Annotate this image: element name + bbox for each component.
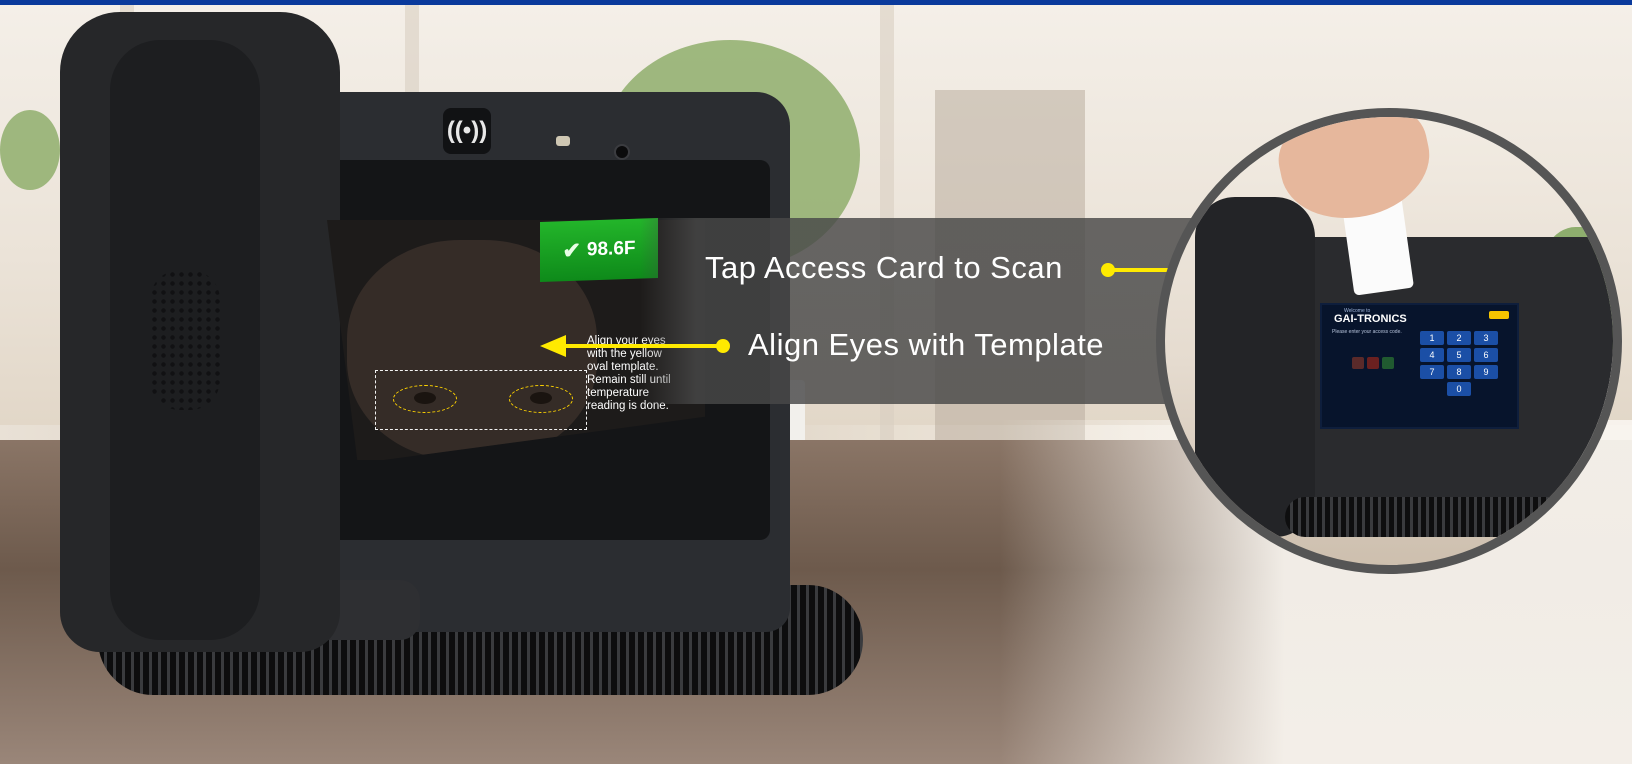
camera-icon <box>614 144 630 160</box>
callout-band <box>640 218 1200 404</box>
keypad-key[interactable]: 3 <box>1474 331 1498 345</box>
arrow-head <box>540 335 566 357</box>
brand-logo: GAI-TRONICS <box>1334 313 1407 325</box>
inset-coiled-cord <box>1285 497 1613 537</box>
keypad-key[interactable]: 2 <box>1447 331 1471 345</box>
keypad-blank <box>1474 382 1498 396</box>
left-eye-oval <box>393 385 457 413</box>
home-icon <box>1352 357 1364 369</box>
keypad-key[interactable]: 9 <box>1474 365 1498 379</box>
keypad-key[interactable]: 8 <box>1447 365 1471 379</box>
eye-pupil <box>414 392 436 404</box>
numeric-keypad: 1 2 3 4 5 6 7 8 9 0 <box>1420 331 1510 396</box>
hero-image: ((•)) Align your eyes with the yellow ov… <box>0 0 1632 764</box>
status-led <box>556 136 570 146</box>
align-eyes-callout: Align Eyes with Template <box>748 327 1105 362</box>
eye-pupil <box>530 392 552 404</box>
plant <box>0 110 60 190</box>
card-scan-inset: Welcome to GAI-TRONICS Please enter your… <box>1156 108 1622 574</box>
keypad-key[interactable]: 6 <box>1474 348 1498 362</box>
cancel-icon <box>1367 357 1379 369</box>
inset-keypad-screen: Welcome to GAI-TRONICS Please enter your… <box>1320 303 1519 429</box>
checkmark-icon: ✔ <box>562 237 581 264</box>
nfc-wireless-icon: ((•)) <box>443 108 491 154</box>
confirm-icon <box>1382 357 1394 369</box>
keypad-key[interactable]: 4 <box>1420 348 1444 362</box>
keypad-key[interactable]: 0 <box>1447 382 1471 396</box>
inset-action-icons <box>1352 357 1394 369</box>
speaker-grille <box>150 270 220 410</box>
inset-phone-handset <box>1195 197 1315 537</box>
keypad-key[interactable]: 1 <box>1420 331 1444 345</box>
tap-card-callout: Tap Access Card to Scan <box>705 250 1063 285</box>
arrow-line <box>566 344 722 348</box>
right-eye-oval <box>509 385 573 413</box>
keypad-key[interactable]: 5 <box>1447 348 1471 362</box>
access-code-prompt: Please enter your access code. <box>1332 329 1402 335</box>
keypad-blank <box>1420 382 1444 396</box>
brand-badge <box>1489 311 1509 319</box>
keypad-key[interactable]: 7 <box>1420 365 1444 379</box>
temperature-value: 98.6F <box>586 237 636 261</box>
